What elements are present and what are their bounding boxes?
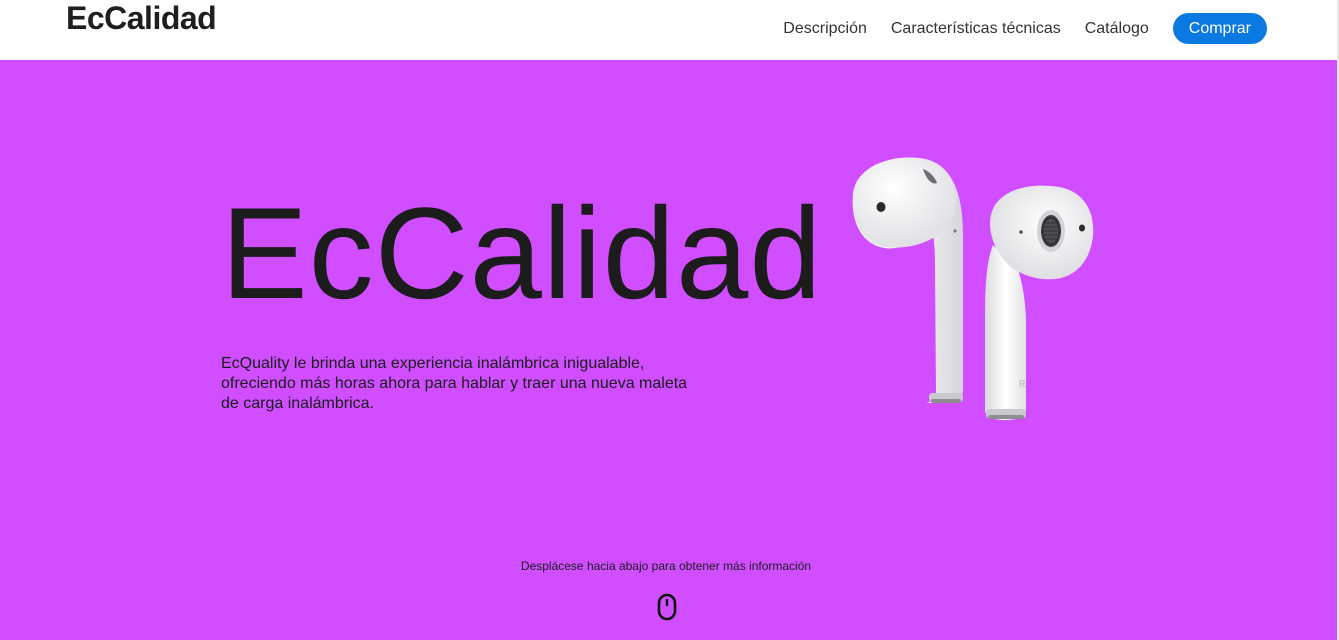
svg-text:R: R [1019,379,1026,389]
site-header: EcCalidad Descripción Características té… [0,0,1339,60]
hero-section: EcCalidad EcQuality le brinda una experi… [0,60,1337,640]
buy-button[interactable]: Comprar [1172,13,1267,44]
earbuds-image: R [852,157,1094,420]
left-earbud [852,157,963,403]
right-earbud: R [985,185,1094,420]
nav-link-catalogo[interactable]: Catálogo [1085,13,1149,44]
hero-description: EcQuality le brinda una experiencia inal… [221,355,688,412]
scroll-hint: Desplácese hacia abajo para obtener más … [520,559,812,573]
main-nav: Descripción Características técnicas Cat… [759,13,1267,44]
nav-link-caracteristicas[interactable]: Características técnicas [891,13,1061,44]
site-logo[interactable]: EcCalidad [66,0,217,37]
hero-title: EcCalidad [221,180,823,326]
mouse-icon[interactable] [656,593,678,621]
nav-link-descripcion[interactable]: Descripción [783,13,867,44]
